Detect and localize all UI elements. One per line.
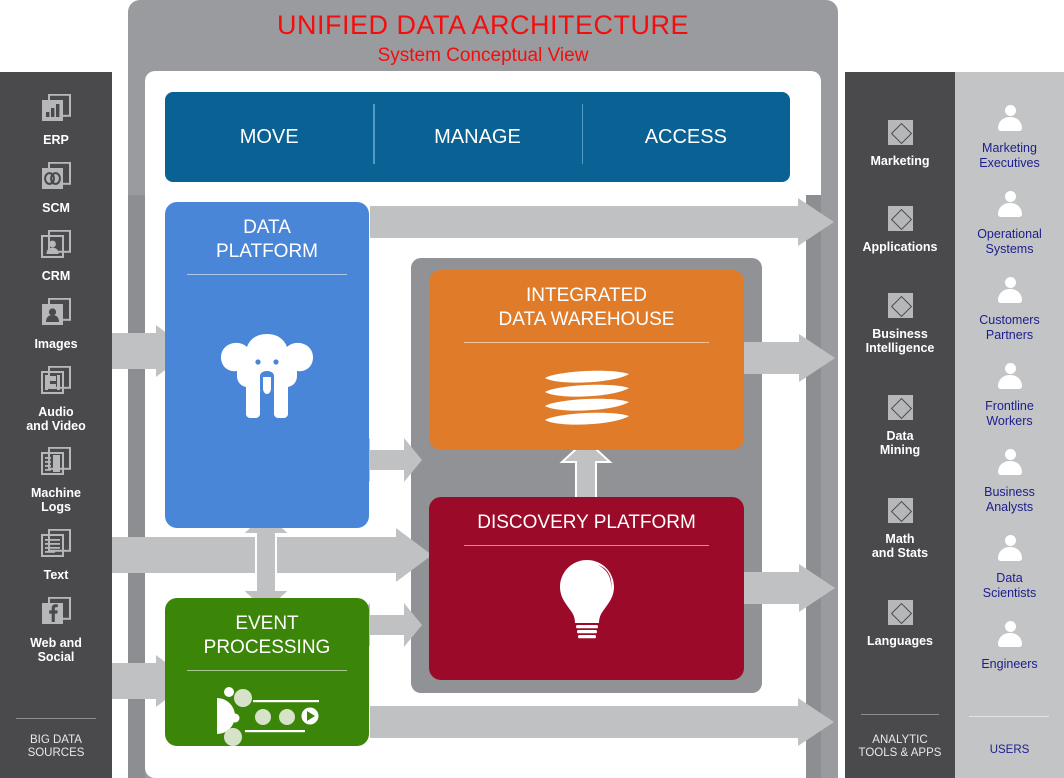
source-item-label: Machine Logs — [30, 486, 81, 514]
tools-column-footer: ANALYTIC TOOLS & APPS — [858, 734, 942, 759]
user-item-operational-systems[interactable]: Operational Systems — [955, 190, 1064, 257]
source-item-label: Audio and Video — [26, 405, 86, 433]
big-data-sources-column: ERP SCM CRM Images Audio and Video Machi… — [0, 72, 112, 778]
block-integrated-data-warehouse-title: INTEGRATED DATA WAREHOUSE — [498, 285, 675, 330]
capability-move[interactable]: MOVE — [165, 126, 373, 149]
source-item-label: Images — [34, 337, 78, 351]
arrow-warehouse-to-tools — [744, 334, 835, 382]
arrow-data-platform-to-tools — [370, 198, 834, 246]
tool-item-math-and-stats[interactable]: Math and Stats — [845, 498, 955, 560]
tool-item-label: Data Mining — [879, 429, 921, 457]
tool-item-label: Languages — [867, 634, 933, 648]
users-column-footer: USERS — [989, 744, 1030, 756]
person-icon — [997, 534, 1023, 562]
users-column: Marketing Executives Operational Systems… — [955, 72, 1064, 778]
diamond-icon — [887, 206, 913, 231]
block-event-processing[interactable]: EVENT PROCESSING — [165, 598, 369, 746]
user-item-label: Marketing Executives — [979, 141, 1040, 170]
block-event-processing-title: EVENT PROCESSING — [203, 613, 331, 658]
user-item-label: Data Scientists — [982, 571, 1037, 600]
source-item-label: Text — [43, 568, 69, 582]
image-document-icon — [40, 297, 72, 328]
divider — [969, 716, 1049, 717]
user-item-label: Customers Partners — [979, 313, 1040, 342]
diamond-icon — [887, 293, 913, 318]
divider — [463, 342, 710, 343]
source-item-label: ERP — [43, 133, 69, 147]
divider — [463, 545, 710, 546]
block-integrated-data-warehouse[interactable]: INTEGRATED DATA WAREHOUSE — [429, 270, 744, 450]
source-item-label: CRM — [41, 269, 71, 283]
log-document-icon — [40, 446, 72, 477]
divider — [187, 274, 347, 275]
source-item-text[interactable]: Text — [0, 528, 112, 582]
event-stream-icon — [165, 684, 369, 746]
divider — [861, 714, 939, 715]
tool-item-languages[interactable]: Languages — [845, 600, 955, 648]
block-discovery-platform-title: DISCOVERY PLATFORM — [477, 512, 696, 533]
lightbulb-icon — [429, 559, 744, 643]
source-item-machine-logs[interactable]: Machine Logs — [0, 446, 112, 514]
sources-column-footer: BIG DATA SOURCES — [27, 734, 85, 759]
diamond-icon — [887, 120, 913, 145]
person-icon — [997, 190, 1023, 218]
person-icon — [997, 104, 1023, 132]
source-item-audio-and-video[interactable]: Audio and Video — [0, 365, 112, 433]
tool-item-label: Math and Stats — [871, 532, 929, 560]
stacked-discs-icon — [429, 370, 744, 428]
user-item-label: Operational Systems — [977, 227, 1042, 256]
user-item-label: Business Analysts — [984, 485, 1035, 514]
move-manage-access-bar: MOVE MANAGE ACCESS — [165, 92, 790, 182]
block-discovery-platform[interactable]: DISCOVERY PLATFORM — [429, 497, 744, 680]
block-data-platform-title: DATA PLATFORM — [215, 217, 319, 262]
divider — [187, 670, 347, 671]
person-icon — [997, 362, 1023, 390]
filmstrip-icon — [40, 365, 72, 396]
diamond-icon — [887, 498, 913, 523]
diamond-icon — [887, 600, 913, 625]
source-item-images[interactable]: Images — [0, 297, 112, 351]
user-item-marketing-executives[interactable]: Marketing Executives — [955, 104, 1064, 171]
block-data-platform[interactable]: DATA PLATFORM — [165, 202, 369, 528]
right-lane-bar — [806, 195, 821, 778]
user-item-frontline-workers[interactable]: Frontline Workers — [955, 362, 1064, 429]
unified-data-architecture-diagram: UNIFIED DATA ARCHITECTURE System Concept… — [0, 0, 1064, 778]
source-item-label: Web and Social — [30, 636, 82, 664]
link-document-icon — [40, 161, 72, 192]
tool-item-applications[interactable]: Applications — [845, 206, 955, 254]
arrow-discovery-to-tools — [744, 564, 835, 612]
tool-item-label: Marketing — [870, 154, 930, 168]
tool-item-marketing[interactable]: Marketing — [845, 120, 955, 168]
elephant-icon — [165, 332, 369, 418]
user-item-label: Engineers — [981, 657, 1038, 671]
source-item-scm[interactable]: SCM — [0, 161, 112, 215]
arrow-event-processing-to-tools — [370, 698, 834, 746]
source-item-web-and-social[interactable]: Web and Social — [0, 596, 112, 664]
chart-document-icon — [40, 93, 72, 124]
capability-manage[interactable]: MANAGE — [373, 103, 581, 164]
facebook-document-icon — [40, 596, 72, 627]
tool-item-business-intelligence[interactable]: Business Intelligence — [845, 293, 955, 355]
tool-item-label: Applications — [862, 240, 938, 254]
capability-access[interactable]: ACCESS — [581, 103, 790, 164]
user-item-business-analysts[interactable]: Business Analysts — [955, 448, 1064, 515]
user-item-customers-partners[interactable]: Customers Partners — [955, 276, 1064, 343]
tool-item-label: Business Intelligence — [865, 327, 935, 355]
user-item-data-scientists[interactable]: Data Scientists — [955, 534, 1064, 601]
analytic-tools-column: Marketing Applications Business Intellig… — [845, 72, 955, 778]
user-item-engineers[interactable]: Engineers — [955, 620, 1064, 672]
person-icon — [997, 276, 1023, 304]
user-item-label: Frontline Workers — [985, 399, 1034, 428]
person-document-icon — [40, 229, 72, 260]
diamond-icon — [887, 395, 913, 420]
tool-item-data-mining[interactable]: Data Mining — [845, 395, 955, 457]
text-document-icon — [40, 528, 72, 559]
divider — [16, 718, 96, 719]
source-item-crm[interactable]: CRM — [0, 229, 112, 283]
person-icon — [997, 620, 1023, 648]
source-item-label: SCM — [42, 201, 70, 215]
person-icon — [997, 448, 1023, 476]
source-item-erp[interactable]: ERP — [0, 93, 112, 147]
